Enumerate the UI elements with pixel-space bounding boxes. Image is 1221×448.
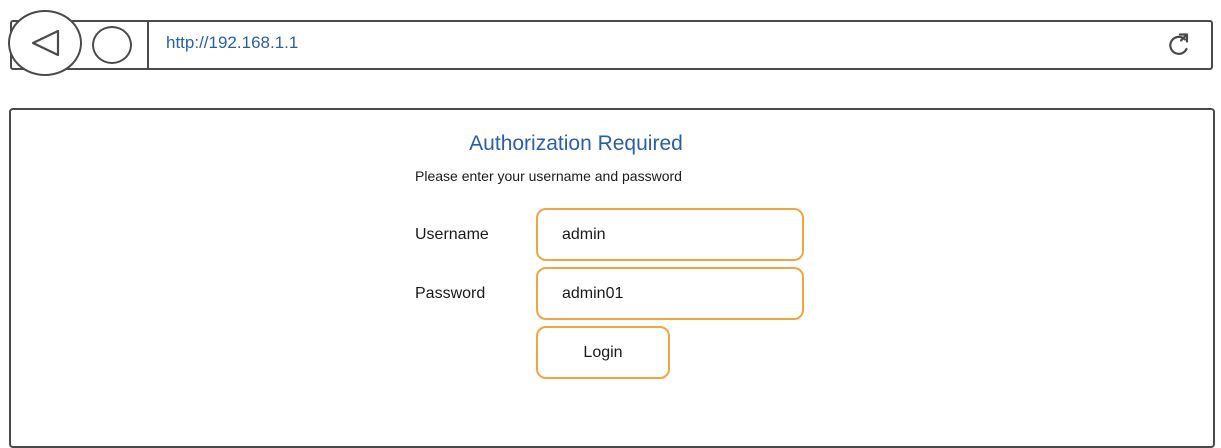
refresh-button[interactable]: [1164, 30, 1194, 60]
password-input[interactable]: [536, 267, 804, 320]
username-label: Username: [415, 226, 489, 243]
login-button[interactable]: Login: [536, 326, 670, 379]
home-button[interactable]: [92, 26, 132, 64]
password-label: Password: [415, 285, 486, 302]
page-subtitle: Please enter your username and password: [415, 168, 682, 184]
refresh-icon: [1169, 33, 1189, 55]
username-input[interactable]: [536, 208, 804, 261]
back-button[interactable]: [8, 10, 82, 76]
back-arrow-icon: [31, 29, 60, 57]
url-divider: [147, 20, 149, 70]
url-field[interactable]: http://192.168.1.1: [166, 33, 298, 53]
page-title: Authorization Required: [469, 132, 683, 155]
